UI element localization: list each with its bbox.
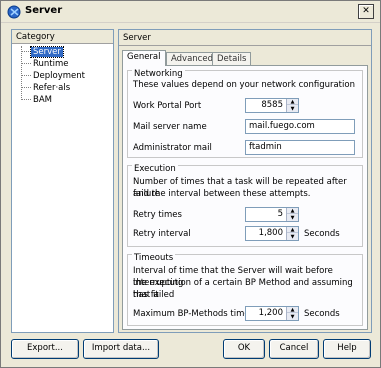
admin-mail-field[interactable]: ftadmin bbox=[245, 140, 355, 155]
max-bp-methods-spinner[interactable]: 1,200 ▲ ▼ bbox=[245, 306, 299, 321]
spin-down-icon[interactable]: ▼ bbox=[287, 314, 298, 320]
retry-times-spinner[interactable]: 5 ▲ ▼ bbox=[245, 207, 299, 222]
help-button[interactable]: Help bbox=[323, 339, 371, 359]
networking-group: Networking These values depend on your n… bbox=[127, 69, 363, 158]
networking-title: Networking bbox=[132, 69, 185, 79]
close-icon: ✕ bbox=[362, 6, 370, 16]
retry-interval-unit: Seconds bbox=[304, 229, 340, 239]
spin-down-icon[interactable]: ▼ bbox=[287, 234, 298, 240]
mail-server-label: Mail server name bbox=[133, 122, 207, 132]
networking-description: These values depend on your network conf… bbox=[133, 80, 355, 90]
category-header: Category bbox=[12, 30, 113, 44]
admin-mail-label: Administrator mail bbox=[133, 143, 212, 153]
timeouts-description-line3: has failed bbox=[133, 290, 175, 300]
retry-times-label: Retry times bbox=[133, 210, 182, 220]
execution-description-line2: and the interval between these attempts. bbox=[133, 189, 311, 199]
execution-title: Execution bbox=[132, 164, 178, 174]
close-button[interactable]: ✕ bbox=[358, 4, 374, 19]
ok-button[interactable]: OK bbox=[223, 339, 265, 359]
timeouts-group: Timeouts Interval of time that the Serve… bbox=[127, 253, 363, 326]
spin-down-icon[interactable]: ▼ bbox=[287, 106, 298, 112]
tree-item-deployment[interactable]: Deployment bbox=[21, 70, 87, 82]
tree-item-bam[interactable]: BAM bbox=[21, 94, 54, 106]
server-app-icon bbox=[7, 5, 21, 19]
max-bp-methods-unit: Seconds bbox=[304, 309, 340, 319]
server-dialog: Server ✕ Category Server Runtime Deploym… bbox=[0, 0, 381, 368]
tree-item-server[interactable]: Server bbox=[21, 46, 64, 58]
timeouts-title: Timeouts bbox=[132, 253, 176, 263]
spin-down-icon[interactable]: ▼ bbox=[287, 215, 298, 221]
retry-interval-spinner[interactable]: 1,800 ▲ ▼ bbox=[245, 226, 299, 241]
category-panel: Category Server Runtime Deployment Refer… bbox=[11, 29, 114, 333]
title-bar[interactable]: Server ✕ bbox=[1, 1, 380, 23]
tab-advanced[interactable]: Advanced bbox=[166, 52, 218, 65]
spin-up-icon[interactable]: ▲ bbox=[287, 227, 298, 233]
settings-header: Server bbox=[119, 30, 371, 46]
mail-server-field[interactable]: mail.fuego.com bbox=[245, 119, 355, 134]
retry-interval-label: Retry interval bbox=[133, 229, 191, 239]
spin-up-icon[interactable]: ▲ bbox=[287, 208, 298, 214]
work-portal-port-spinner[interactable]: 8585 ▲ ▼ bbox=[245, 98, 299, 113]
cancel-button[interactable]: Cancel bbox=[269, 339, 319, 359]
spin-up-icon[interactable]: ▲ bbox=[287, 99, 298, 105]
general-tab-content: Networking These values depend on your n… bbox=[122, 65, 368, 330]
execution-group: Execution Number of times that a task wi… bbox=[127, 164, 363, 247]
window-title: Server bbox=[25, 5, 63, 16]
spin-up-icon[interactable]: ▲ bbox=[287, 307, 298, 313]
tab-details[interactable]: Details bbox=[212, 52, 252, 65]
work-portal-port-label: Work Portal Port bbox=[133, 101, 202, 111]
settings-panel: Server General Advanced Details Networki… bbox=[118, 29, 372, 333]
tree-item-runtime[interactable]: Runtime bbox=[21, 58, 71, 70]
tab-general[interactable]: General bbox=[122, 50, 166, 66]
export-button[interactable]: Export... bbox=[11, 339, 79, 359]
max-bp-methods-label: Maximum BP-Methods time... bbox=[133, 309, 258, 319]
tree-item-referrals[interactable]: Refer·als bbox=[21, 82, 72, 94]
import-data-button[interactable]: Import data... bbox=[83, 339, 159, 359]
